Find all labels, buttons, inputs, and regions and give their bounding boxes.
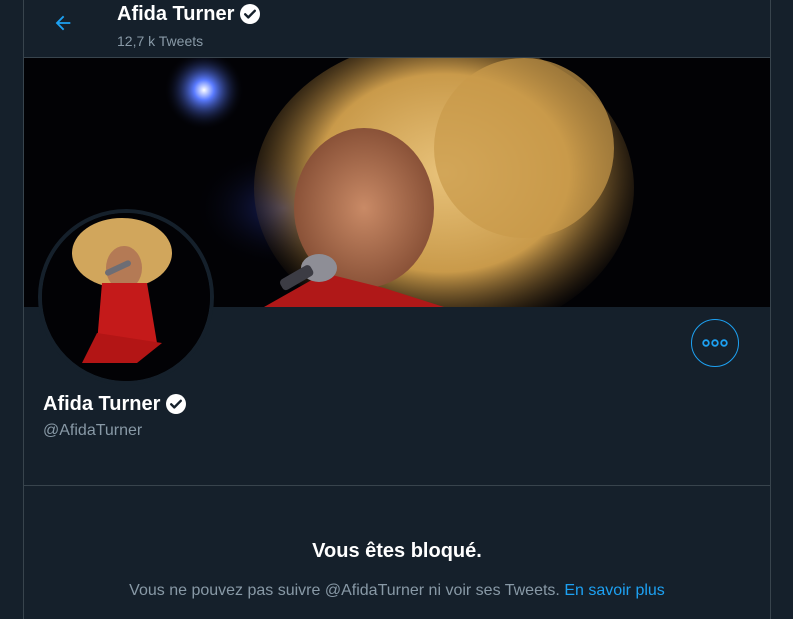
blocked-message: Vous ne pouvez pas suivre @AfidaTurner n… xyxy=(129,582,560,599)
profile-name-row: Afida Turner xyxy=(43,390,188,418)
more-options-button[interactable] xyxy=(691,319,739,367)
divider xyxy=(24,485,770,486)
arrow-left-icon xyxy=(55,15,71,31)
more-horizontal-icon xyxy=(702,339,728,347)
profile-name: Afida Turner xyxy=(43,393,161,415)
blocked-message-row: Vous ne pouvez pas suivre @AfidaTurner n… xyxy=(24,580,770,602)
profile-avatar[interactable] xyxy=(38,209,214,385)
header-name-row: Afida Turner xyxy=(117,1,262,27)
profile-handle: @AfidaTurner xyxy=(43,422,143,439)
verified-badge-icon xyxy=(164,392,188,416)
profile-column: Afida Turner 12,7 k Tweets Afida Turner … xyxy=(23,0,771,619)
verified-badge-icon xyxy=(238,2,262,26)
learn-more-link[interactable]: En savoir plus xyxy=(564,582,665,599)
back-button[interactable] xyxy=(48,8,78,38)
header-name: Afida Turner xyxy=(117,3,235,25)
profile-header: Afida Turner 12,7 k Tweets xyxy=(24,0,770,58)
blocked-title: Vous êtes bloqué. xyxy=(312,540,482,562)
tweet-count: 12,7 k Tweets xyxy=(117,33,204,49)
